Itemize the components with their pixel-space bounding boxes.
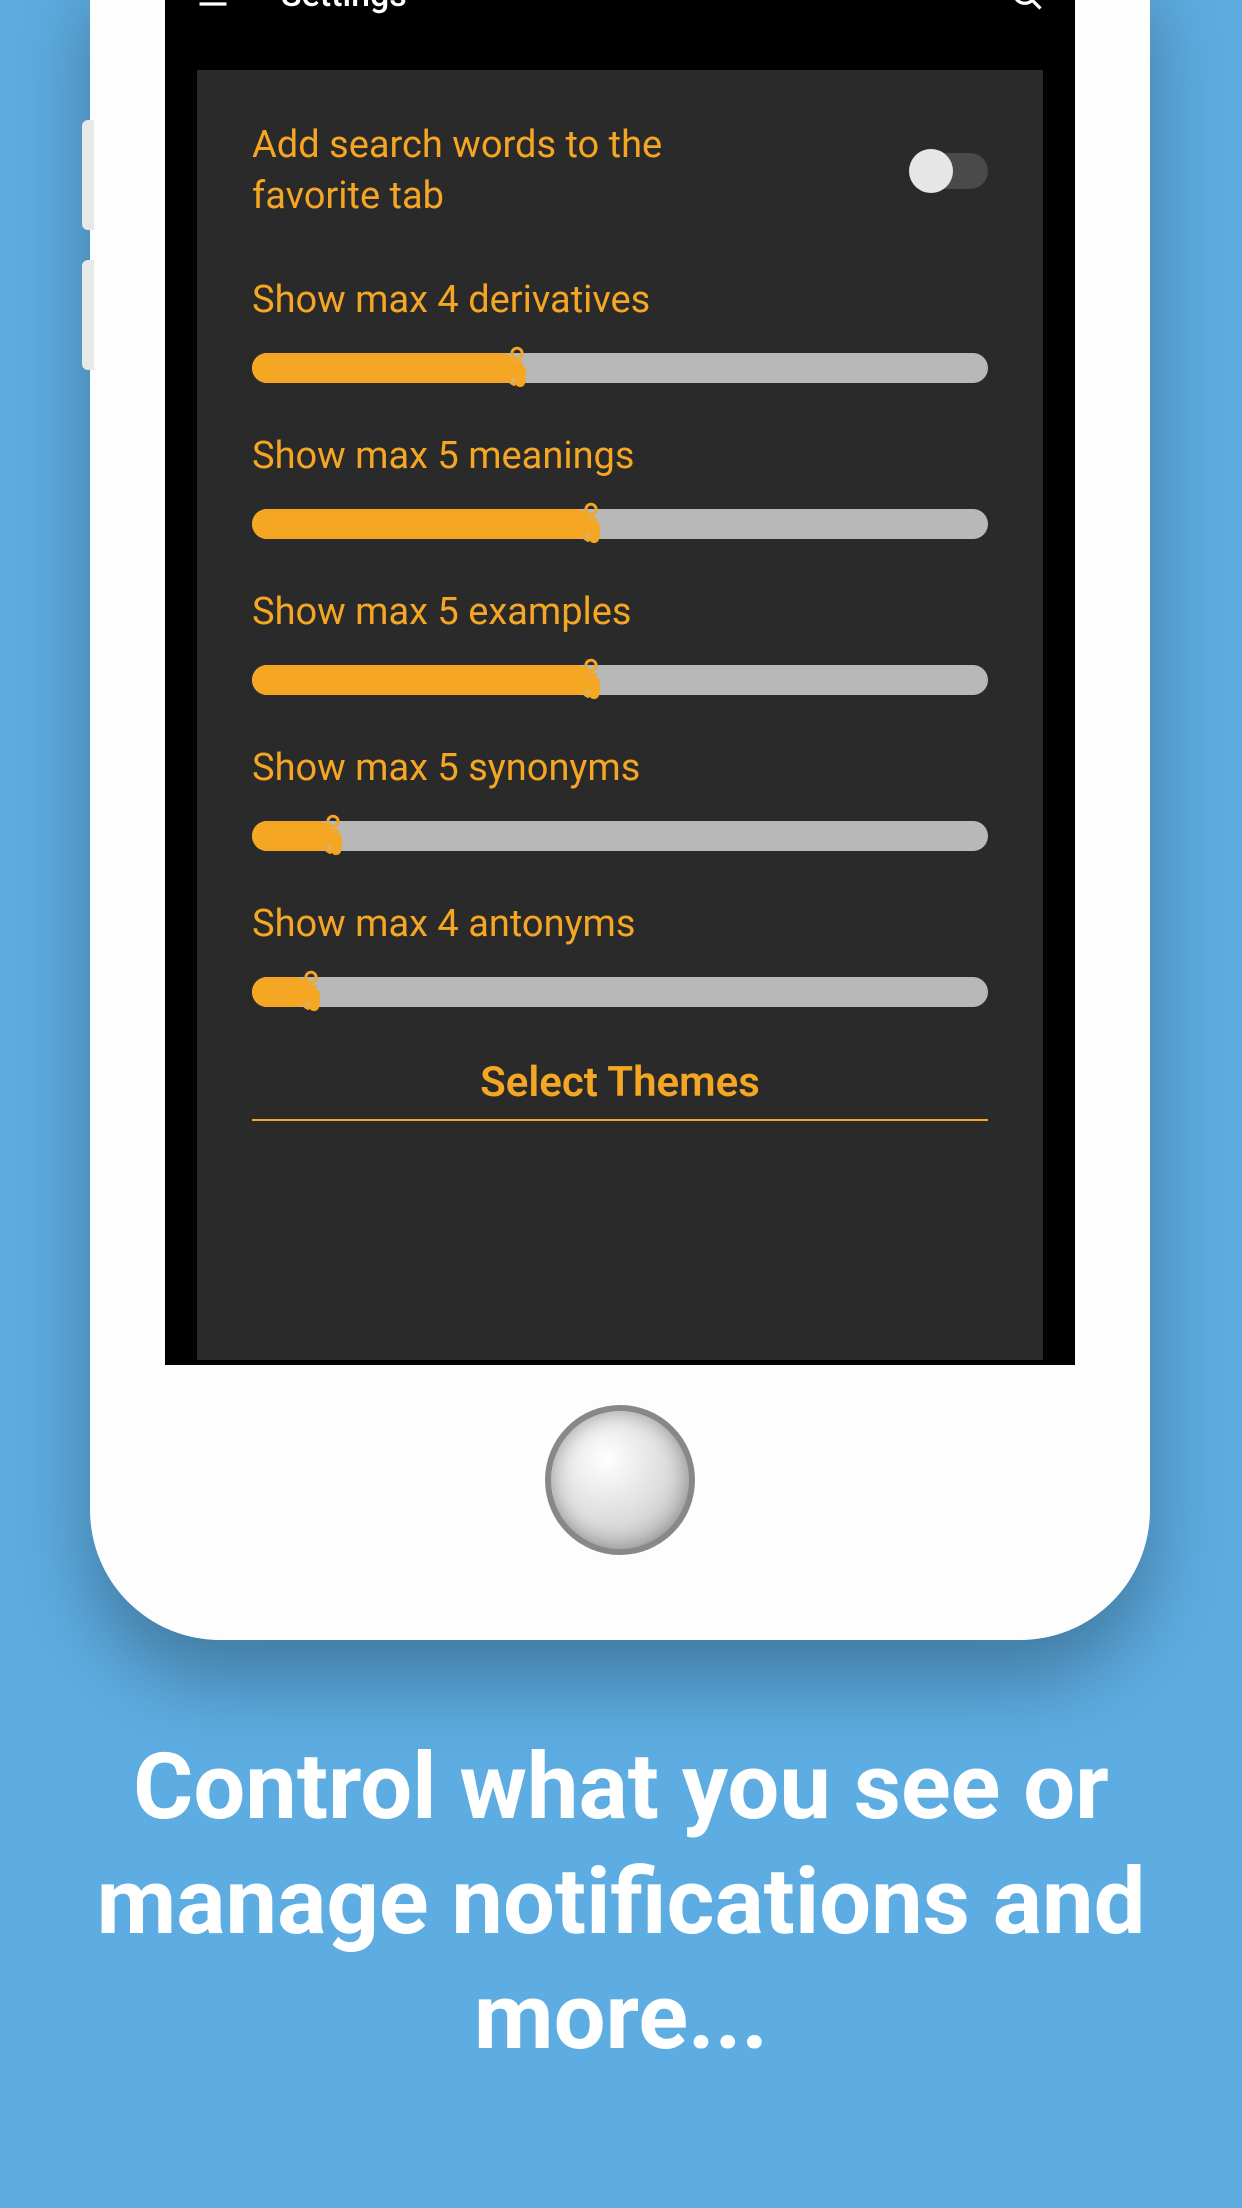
- slider-track-bg: [252, 977, 988, 1007]
- slider-label: Show max 5 examples: [252, 590, 988, 634]
- toggle-knob: [909, 149, 953, 193]
- settings-panel: Add search words to the favorite tab Sho…: [197, 70, 1043, 1360]
- slider-handle-icon[interactable]: [573, 502, 609, 546]
- slider-track[interactable]: [252, 506, 988, 542]
- slider-section: Show max 4 antonyms: [252, 902, 988, 1010]
- phone-side-button: [82, 260, 94, 370]
- slider-section: Show max 5 examples: [252, 590, 988, 698]
- slider-label: Show max 4 antonyms: [252, 902, 988, 946]
- slider-track[interactable]: [252, 818, 988, 854]
- slider-track[interactable]: [252, 662, 988, 698]
- app-bar: Settings: [165, 0, 1075, 30]
- select-themes-button[interactable]: Select Themes: [252, 1058, 988, 1121]
- menu-icon[interactable]: [195, 0, 231, 13]
- home-button[interactable]: [545, 1405, 695, 1555]
- marketing-headline: Control what you see or manage notificat…: [0, 1730, 1242, 2075]
- favorite-toggle-label: Add search words to the favorite tab: [252, 120, 772, 223]
- search-icon[interactable]: [1009, 0, 1045, 13]
- slider-label: Show max 5 synonyms: [252, 746, 988, 790]
- favorite-toggle-switch[interactable]: [913, 153, 988, 189]
- slider-label: Show max 5 meanings: [252, 434, 988, 478]
- slider-handle-icon[interactable]: [499, 346, 535, 390]
- slider-label: Show max 4 derivatives: [252, 278, 988, 322]
- slider-track-fill: [252, 509, 591, 539]
- slider-section: Show max 5 meanings: [252, 434, 988, 542]
- slider-handle-icon[interactable]: [573, 658, 609, 702]
- slider-handle-icon[interactable]: [315, 814, 351, 858]
- slider-track-fill: [252, 353, 517, 383]
- slider-section: Show max 4 derivatives: [252, 278, 988, 386]
- slider-section: Show max 5 synonyms: [252, 746, 988, 854]
- slider-track-bg: [252, 821, 988, 851]
- slider-track[interactable]: [252, 350, 988, 386]
- page-title: Settings: [281, 0, 1009, 15]
- slider-track-fill: [252, 665, 591, 695]
- slider-handle-icon[interactable]: [293, 970, 329, 1014]
- slider-track[interactable]: [252, 974, 988, 1010]
- phone-screen: Settings Add search words to the favorit…: [165, 0, 1075, 1365]
- favorite-toggle-row: Add search words to the favorite tab: [252, 120, 988, 223]
- phone-side-button: [82, 120, 94, 230]
- phone-frame: Settings Add search words to the favorit…: [90, 0, 1150, 1640]
